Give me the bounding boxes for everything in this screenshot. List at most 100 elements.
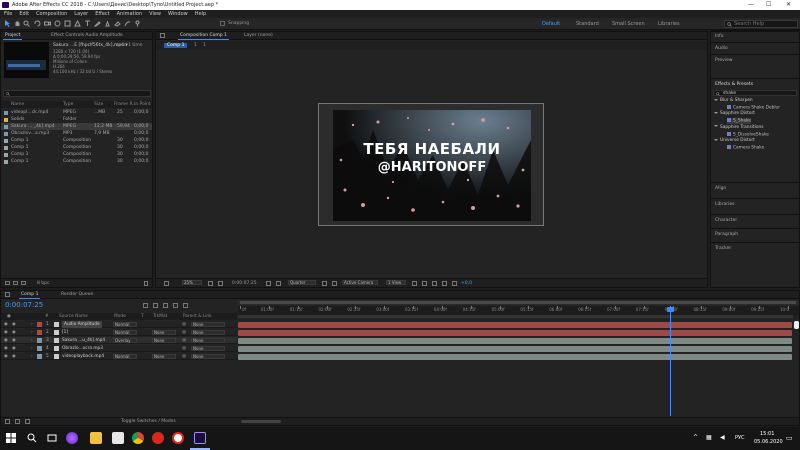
tab-effect-controls[interactable]: Effect Controls Audio Amplitude xyxy=(51,32,123,40)
effect-category[interactable]: Blur & Sharpen xyxy=(714,98,753,104)
panel-tracker[interactable]: Tracker xyxy=(711,242,799,255)
toggle-pixel-aspect-icon[interactable] xyxy=(412,281,417,286)
project-search-input[interactable] xyxy=(3,90,151,97)
bpc-label[interactable]: 8 bpc xyxy=(37,281,49,286)
chrome-icon[interactable] xyxy=(132,432,144,444)
disclosure-triangle-icon[interactable] xyxy=(714,125,718,128)
expand-in-out-icon[interactable] xyxy=(25,419,30,424)
col-name[interactable]: Name xyxy=(11,101,24,108)
col-source-name[interactable]: Source Name xyxy=(59,313,88,320)
overlay-text-line2[interactable]: @HARITONOFF xyxy=(333,160,531,175)
breadcrumb-1a[interactable]: 1 xyxy=(194,43,197,48)
effect-category[interactable]: Sapphire Distort xyxy=(714,111,755,117)
menu-effect[interactable]: Effect xyxy=(95,11,109,17)
col-parent-link[interactable]: Parent & Link xyxy=(183,313,212,320)
current-time-indicator[interactable] xyxy=(670,306,671,416)
panel-libraries[interactable]: Libraries xyxy=(711,198,799,211)
brush-tool-icon[interactable] xyxy=(94,20,101,27)
panel-paragraph[interactable]: Paragraph xyxy=(711,228,799,241)
fast-previews-icon[interactable] xyxy=(422,281,427,286)
project-item[interactable]: Obrazlov...a.mp3 MP3 7,9 MB 0;00;0 xyxy=(1,130,152,137)
project-item[interactable]: Comp 1 Composition 30 0;00;0 xyxy=(1,144,152,151)
show-channel-icon[interactable] xyxy=(276,281,281,286)
puppet-pin-tool-icon[interactable] xyxy=(134,20,141,27)
project-item[interactable]: Solids Folder xyxy=(1,116,152,123)
col-trkmat[interactable]: TrkMat xyxy=(153,313,167,320)
disclosure-triangle-icon[interactable] xyxy=(714,138,718,141)
language-indicator[interactable]: РУС xyxy=(735,435,745,441)
panel-align[interactable]: Align xyxy=(711,182,799,195)
task-view-icon[interactable] xyxy=(47,433,57,443)
effect-item[interactable]: Camera Shake Deblur xyxy=(727,104,780,111)
col-mode[interactable]: Mode xyxy=(114,313,126,320)
project-item[interactable]: Comp 1 Composition 30 0;00;0 xyxy=(1,158,152,165)
work-area-bar[interactable] xyxy=(238,300,799,305)
minimize-icon[interactable]: — xyxy=(748,0,754,10)
menu-file[interactable]: File xyxy=(4,11,12,17)
reset-exposure-icon[interactable] xyxy=(452,281,457,286)
playhead-handle[interactable] xyxy=(667,307,674,312)
clock-time[interactable]: 15:01 xyxy=(760,431,774,437)
new-folder-icon[interactable] xyxy=(13,281,18,285)
pen-tool-icon[interactable] xyxy=(74,20,81,27)
maximize-icon[interactable]: ☐ xyxy=(766,0,771,10)
zoom-slider[interactable] xyxy=(241,420,281,423)
menu-composition[interactable]: Composition xyxy=(36,11,67,17)
camera-dropdown[interactable]: Active Camera xyxy=(342,280,378,285)
effects-presets-title[interactable]: Effects & Presets xyxy=(715,82,753,87)
timeline-scrollbar[interactable] xyxy=(794,321,799,329)
snapping-checkbox[interactable] xyxy=(220,21,225,26)
snapshot-icon[interactable] xyxy=(266,281,271,286)
zoom-dropdown[interactable]: 25% xyxy=(182,280,202,285)
layer-duration-bar[interactable] xyxy=(238,346,792,352)
project-item[interactable]: videopl...ck.mp4 MPEG ...MB 25 0;00;0 xyxy=(1,109,152,116)
effect-item[interactable]: S_DissolveShake xyxy=(727,131,769,138)
resolution-dropdown[interactable]: Quarter xyxy=(288,280,316,285)
timeline-icon[interactable] xyxy=(432,281,437,286)
effect-item[interactable]: Camera Shake xyxy=(727,144,764,151)
region-of-interest-icon[interactable] xyxy=(322,281,327,286)
tray-chevron-icon[interactable]: ^ xyxy=(693,434,698,441)
expand-layer-switches-icon[interactable] xyxy=(5,419,10,424)
effect-category[interactable]: Sapphire Transitions xyxy=(714,125,763,131)
effect-item[interactable]: S_Shake xyxy=(727,118,751,125)
always-preview-icon[interactable] xyxy=(164,281,169,286)
effect-category[interactable]: Universe Distort xyxy=(714,138,755,144)
network-icon[interactable]: ▦ xyxy=(706,434,712,441)
breadcrumb-1b[interactable]: 1 xyxy=(203,43,206,48)
time-ruler[interactable]: 0f 01:00f 01:15f 02:00f 02:15f 03:00f 03:15f 04… xyxy=(238,306,799,315)
comp-flowchart-icon[interactable] xyxy=(442,281,447,286)
volume-icon[interactable]: ◀ xyxy=(720,434,725,441)
menu-layer[interactable]: Layer xyxy=(74,11,88,17)
clock-date[interactable]: 05.06.2020 xyxy=(754,439,783,445)
rotate-tool-icon[interactable] xyxy=(34,20,41,27)
layer-duration-bar[interactable] xyxy=(238,338,792,344)
effects-search-input[interactable]: shake xyxy=(713,90,797,96)
timeline-timecode[interactable]: 0:00:07:25 xyxy=(5,301,43,309)
notifications-icon[interactable]: ▭ xyxy=(786,434,793,442)
toggle-switches-modes[interactable]: Toggle Switches / Modes xyxy=(121,419,176,424)
motion-blur-icon[interactable] xyxy=(173,303,178,308)
transparency-grid-icon[interactable] xyxy=(332,281,337,286)
project-item[interactable]: Comp 1 Composition 30 0;00;0 xyxy=(1,137,152,144)
trash-icon[interactable] xyxy=(144,281,148,286)
graph-editor-icon[interactable] xyxy=(183,303,188,308)
disclosure-triangle-icon[interactable] xyxy=(714,111,718,114)
tab-render-queue[interactable]: Render Queue xyxy=(61,291,93,299)
workspace-libraries[interactable]: Libraries xyxy=(658,21,680,27)
menu-view[interactable]: View xyxy=(149,11,161,17)
close-tab-icon[interactable] xyxy=(5,292,10,297)
new-composition-icon[interactable] xyxy=(21,281,26,285)
tab-composition-comp1[interactable]: Composition Comp 1 xyxy=(178,32,229,40)
draft-3d-icon[interactable] xyxy=(143,303,148,308)
eraser-tool-icon[interactable] xyxy=(114,20,121,27)
fit-icon[interactable] xyxy=(208,281,213,286)
frame-blending-icon[interactable] xyxy=(163,303,168,308)
windows-start-icon[interactable] xyxy=(6,433,16,443)
alice-assistant-icon[interactable] xyxy=(66,432,78,444)
expand-transfer-controls-icon[interactable] xyxy=(15,419,20,424)
disclosure-triangle-icon[interactable] xyxy=(714,98,718,101)
type-tool-icon[interactable] xyxy=(84,20,91,27)
clone-stamp-tool-icon[interactable] xyxy=(104,20,111,27)
close-icon[interactable]: ✕ xyxy=(786,0,791,10)
